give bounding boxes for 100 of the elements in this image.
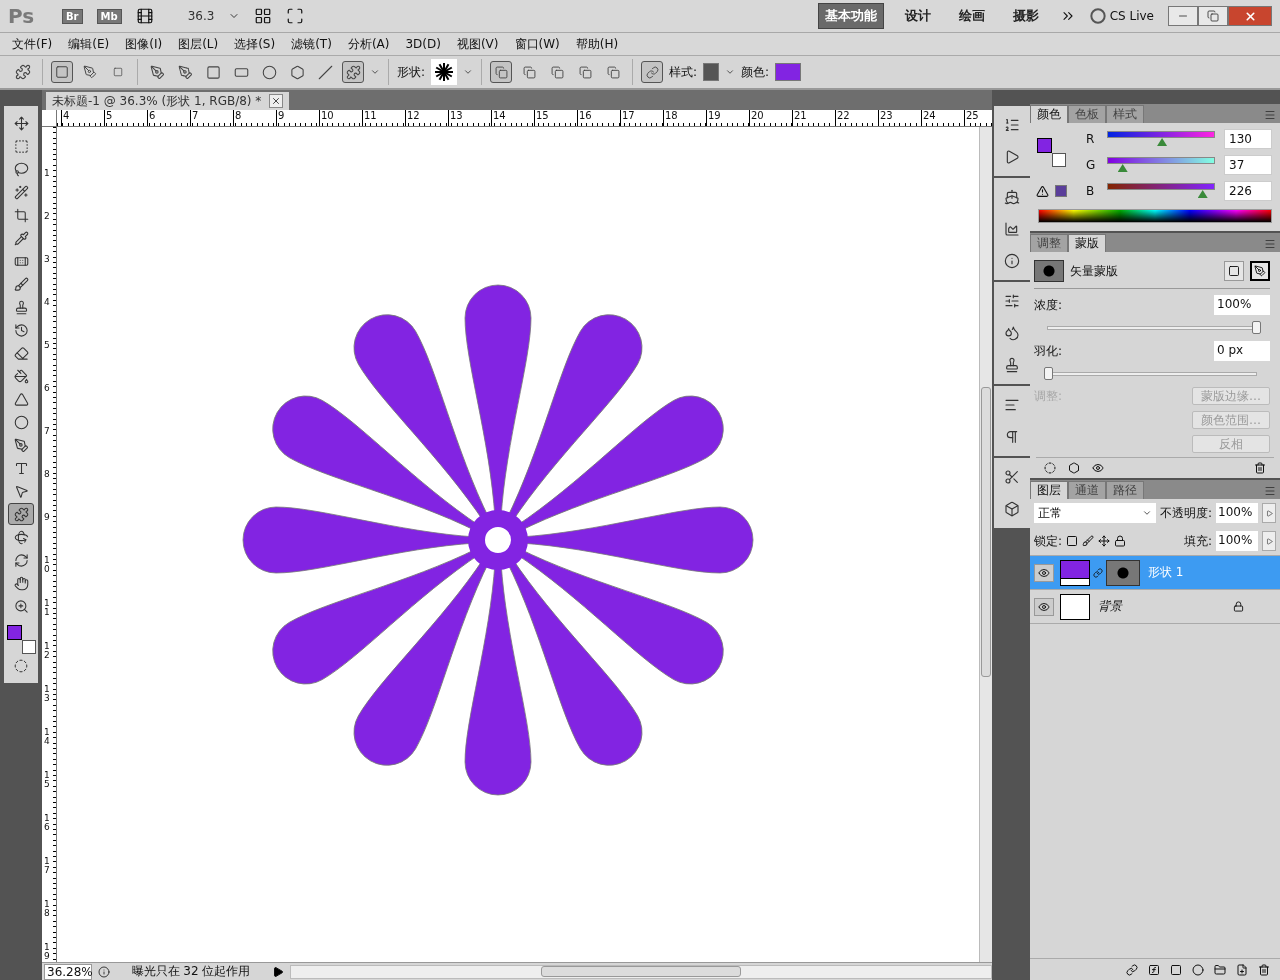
menu-item[interactable]: 文件(F) (6, 35, 59, 53)
mini-bridge-button[interactable]: Mb (96, 8, 122, 24)
panel-tab[interactable]: 样式 (1106, 105, 1144, 123)
menu-item[interactable]: 选择(S) (228, 35, 282, 53)
line-icon (317, 64, 333, 80)
slider-thumb[interactable] (1157, 138, 1168, 146)
menu-item[interactable]: 图像(I) (119, 35, 169, 53)
lock-icon[interactable] (1114, 535, 1127, 547)
channel-value-field[interactable]: 37 (1224, 155, 1272, 175)
menu-item[interactable]: 编辑(E) (62, 35, 116, 53)
menu-item[interactable]: 视图(V) (450, 35, 505, 53)
gamut-swatch[interactable] (1055, 185, 1067, 197)
shape-layers-button[interactable] (51, 61, 73, 83)
new-layer-icon[interactable] (1236, 963, 1248, 976)
zoom-level[interactable]: 36.3 (187, 9, 215, 23)
eye-icon[interactable] (1092, 462, 1104, 474)
workspace-button[interactable]: 摄影 (1005, 3, 1046, 29)
foreground-swatch[interactable] (1037, 138, 1052, 153)
workspace-button[interactable]: 基本功能 (817, 3, 884, 29)
close-button[interactable] (1228, 6, 1272, 26)
minimize-button[interactable] (1168, 6, 1198, 26)
panel-tab[interactable]: 颜色 (1030, 105, 1068, 123)
blend-mode-dropdown[interactable]: 正常 (1034, 503, 1156, 523)
slider-thumb[interactable] (1044, 367, 1053, 380)
link-icon (645, 65, 659, 79)
visibility-toggle[interactable] (1034, 597, 1054, 616)
restore-button[interactable] (1198, 6, 1228, 26)
background-swatch[interactable] (22, 640, 36, 654)
layer-row[interactable]: 背景 (1030, 590, 1280, 624)
move-icon[interactable] (1098, 535, 1111, 547)
vector-mask-button[interactable] (1250, 261, 1270, 281)
slider-thumb[interactable] (1117, 164, 1128, 172)
brush-icon[interactable] (1082, 535, 1095, 547)
color-spectrum[interactable] (1038, 209, 1272, 223)
menu-item[interactable]: 帮助(H) (569, 35, 625, 53)
menu-item[interactable]: 3D(D) (399, 37, 447, 51)
panel-tab[interactable]: 路径 (1106, 481, 1144, 499)
foreground-swatch[interactable] (7, 625, 22, 640)
link-button[interactable] (641, 61, 664, 83)
fill-stepper[interactable] (1262, 531, 1276, 551)
screen-mode-icon[interactable] (286, 7, 305, 25)
warning-icon[interactable] (1036, 184, 1049, 198)
horizontal-scrollbar[interactable] (290, 964, 992, 979)
close-tab-button[interactable] (269, 94, 284, 108)
custom-shape-button[interactable] (342, 61, 364, 83)
color-swatch[interactable] (775, 63, 802, 81)
type-icon (13, 460, 29, 476)
rectangle-icon (205, 64, 221, 80)
panel-tab[interactable]: 蒙版 (1068, 234, 1106, 252)
adjustment-icon[interactable] (1192, 963, 1204, 976)
menu-item[interactable]: 窗口(W) (508, 35, 566, 53)
new-layer-mode-button[interactable] (490, 61, 513, 83)
slider-thumb[interactable] (1252, 321, 1261, 334)
status-menu-icon[interactable] (272, 965, 284, 978)
shape-picker[interactable] (431, 59, 458, 85)
dashed-circle-icon[interactable] (1044, 462, 1056, 474)
panel-tab[interactable]: 通道 (1068, 481, 1106, 499)
info-icon[interactable] (98, 965, 110, 978)
panel-tab[interactable]: 色板 (1068, 105, 1106, 123)
delete-icon[interactable] (1254, 462, 1266, 474)
channel-value-field[interactable]: 226 (1224, 181, 1272, 201)
fx-icon[interactable] (1148, 963, 1160, 976)
background-swatch[interactable] (1052, 153, 1066, 167)
link-icon[interactable] (1126, 963, 1138, 976)
density-field[interactable]: 100% (1214, 295, 1270, 315)
menu-item[interactable]: 分析(A) (341, 35, 396, 53)
menu-item[interactable]: 滤镜(T) (285, 35, 338, 53)
cs-live-icon[interactable] (1089, 8, 1106, 24)
feather-field[interactable]: 0 px (1214, 341, 1270, 361)
pixel-mask-button[interactable] (1224, 261, 1244, 281)
delete-icon[interactable] (1258, 963, 1270, 976)
workspace-button[interactable]: 设计 (897, 3, 938, 29)
slider-thumb[interactable] (1197, 190, 1208, 198)
vertical-scrollbar[interactable] (979, 127, 992, 962)
wand-icon (13, 184, 29, 200)
ellipse-icon (261, 64, 277, 80)
ruler-number: 20 (749, 110, 792, 126)
caret-icon[interactable] (370, 67, 380, 77)
bridge-button[interactable]: Br (62, 8, 83, 24)
caret-icon[interactable] (725, 67, 736, 77)
arrange-icon[interactable] (254, 7, 273, 25)
panel-tab[interactable]: 调整 (1030, 234, 1068, 252)
app-logo: Ps (8, 4, 36, 28)
caret-icon[interactable] (463, 67, 474, 77)
folder-icon[interactable] (1214, 963, 1226, 976)
mask-icon[interactable] (1170, 963, 1182, 976)
film-icon[interactable] (135, 7, 154, 25)
visibility-toggle[interactable] (1034, 563, 1054, 582)
workspace-button[interactable]: 绘画 (951, 3, 992, 29)
starburst-icon (434, 62, 455, 82)
style-swatch[interactable] (703, 63, 720, 81)
fill-field[interactable]: 100% (1216, 531, 1258, 551)
tool-button[interactable] (8, 503, 34, 525)
opacity-stepper[interactable] (1262, 503, 1276, 523)
zoom-field[interactable]: 36.28% (44, 963, 92, 980)
cs-live-label[interactable]: CS Live (1109, 9, 1154, 23)
menu-item[interactable]: 图层(L) (172, 35, 225, 53)
opacity-field[interactable]: 100% (1216, 503, 1258, 523)
channel-value-field[interactable]: 130 (1224, 129, 1272, 149)
panel-tab[interactable]: 图层 (1030, 481, 1068, 499)
